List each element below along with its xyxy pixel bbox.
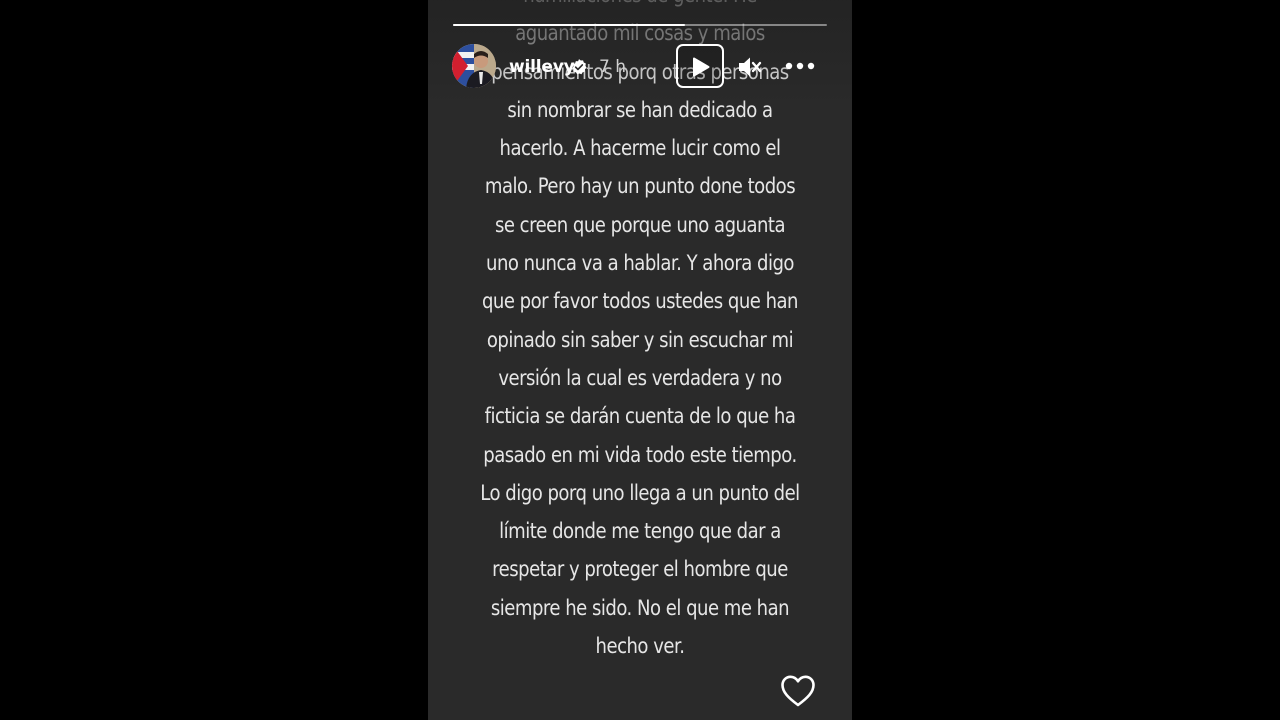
- story-header: willevy 7 h: [452, 44, 828, 90]
- story-progress-fill: [453, 24, 685, 26]
- story-text-line: se creen que porque uno aguanta: [494, 212, 786, 237]
- viewer-stage: humillaciones de gente. He aguantado mil…: [0, 0, 1280, 720]
- story-progress-bar: [453, 24, 827, 26]
- more-horizontal-icon[interactable]: [784, 56, 816, 76]
- heart-icon[interactable]: [780, 674, 816, 708]
- avatar[interactable]: [452, 44, 496, 88]
- story-text-line: versión la cual es verdadera y no: [498, 365, 782, 390]
- story-text-line: ficticia se darán cuenta de lo que ha: [484, 404, 796, 429]
- story-text-line: uno nunca va a hablar. Y ahora digo: [486, 251, 794, 276]
- verified-badge-icon: [572, 59, 587, 75]
- username[interactable]: willevy: [509, 57, 575, 77]
- story-text-line: hacerlo. A hacerme lucir como el: [499, 136, 781, 161]
- story-text-line: opinado sin saber y sin escuchar mi: [486, 327, 794, 352]
- story-text-line: humillaciones de gente. He: [458, 0, 823, 14]
- story-text-line: límite donde me tengo que dar a: [499, 519, 781, 544]
- timestamp: 7 h: [599, 57, 626, 77]
- story-text: humillaciones de gente. He aguantado mil…: [458, 0, 823, 665]
- story-text-line: respetar y proteger el hombre que: [492, 557, 788, 582]
- story-text-line: Lo digo porq uno llega a un punto del: [480, 480, 800, 505]
- story-text-line: siempre he sido. No el que me han: [490, 595, 790, 620]
- play-icon: [693, 57, 710, 77]
- speaker-muted-icon[interactable]: [736, 54, 762, 80]
- story-frame[interactable]: humillaciones de gente. He aguantado mil…: [428, 0, 852, 720]
- play-button[interactable]: [676, 44, 724, 88]
- story-text-line: que por favor todos ustedes que han: [481, 289, 799, 314]
- story-text-line: malo. Pero hay un punto done todos: [484, 174, 796, 199]
- story-text-line: pasado en mi vida todo este tiempo.: [483, 442, 797, 467]
- avatar-image: [452, 44, 496, 88]
- story-text-line: hecho ver.: [595, 634, 685, 659]
- story-text-line: sin nombrar se han dedicado a: [507, 97, 773, 122]
